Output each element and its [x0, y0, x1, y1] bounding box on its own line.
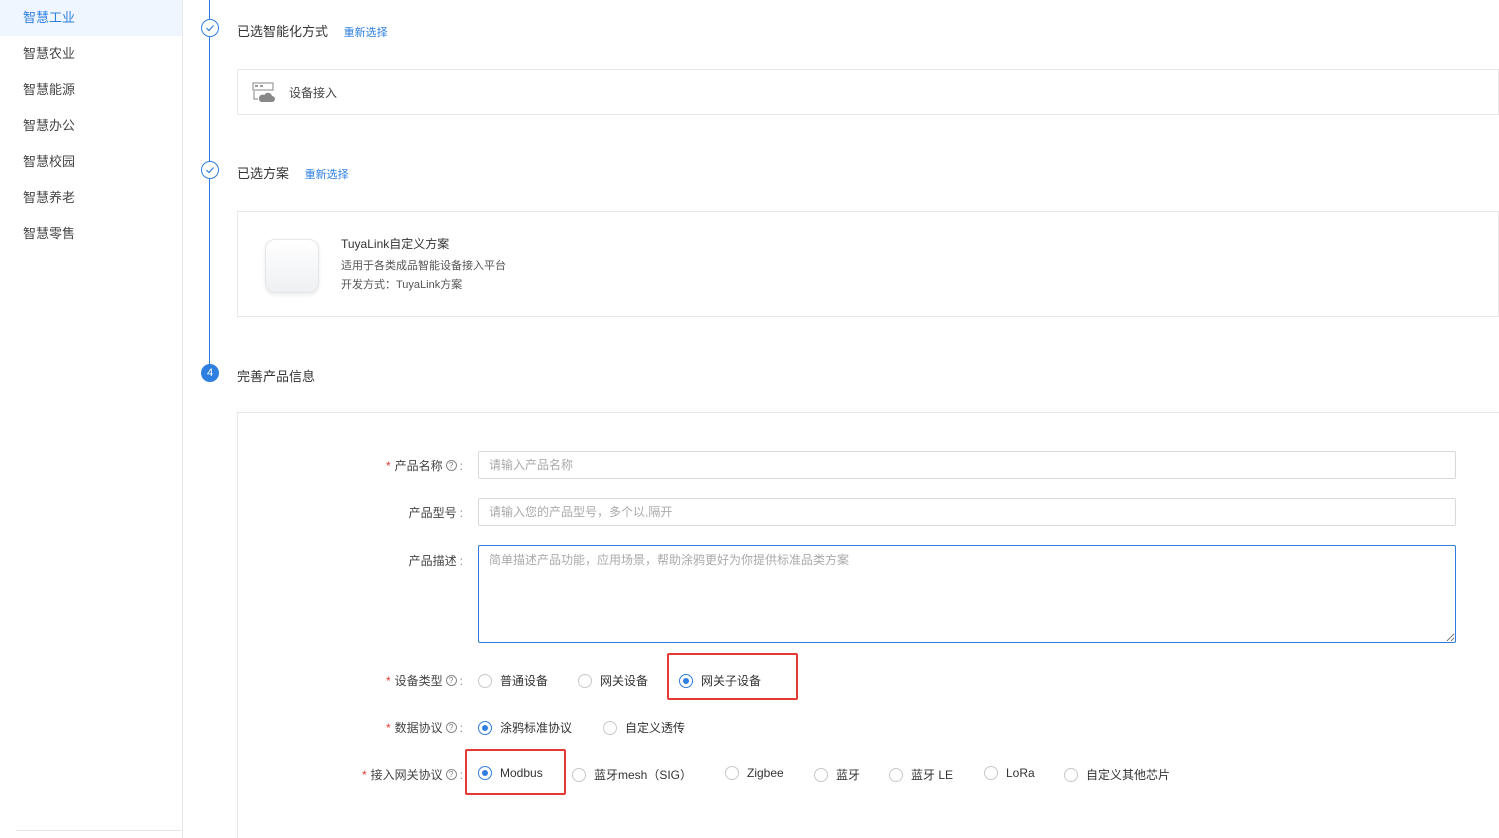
selected-plan-card: TuyaLink自定义方案 适用于各类成品智能设备接入平台 开发方式：TuyaL…: [237, 211, 1499, 317]
gateway-protocol-option-lora[interactable]: LoRa: [984, 766, 1035, 780]
radio-button[interactable]: [814, 767, 828, 782]
data-protocol-option-custom[interactable]: 自定义透传: [603, 719, 685, 736]
step2-title: 已选方案: [237, 166, 290, 181]
radio-button-selected[interactable]: [478, 720, 492, 735]
highlight-box: [465, 749, 566, 795]
radio-button[interactable]: [984, 766, 998, 780]
highlight-box: [667, 653, 798, 700]
gateway-protocol-option-ble-mesh[interactable]: 蓝牙mesh（SIG）: [572, 766, 692, 783]
product-name-input[interactable]: [478, 451, 1456, 479]
step1-title: 已选智能化方式: [237, 24, 329, 39]
step1-header: 已选智能化方式 重新选择: [237, 21, 388, 40]
question-circle-icon[interactable]: ?: [445, 460, 457, 471]
gateway-protocol-option-bluetooth[interactable]: 蓝牙: [814, 766, 860, 783]
step-line: [209, 0, 210, 365]
divider: [16, 830, 182, 831]
device-type-option-normal[interactable]: 普通设备: [478, 672, 548, 689]
main-content: 已选智能化方式 重新选择 设备接入 已选方案 重新选择 TuyaLink自定义方…: [183, 0, 1499, 838]
device-type-label: * 设备类型 ? :: [385, 673, 463, 689]
data-protocol-option-tuya[interactable]: 涂鸦标准协议: [478, 719, 572, 736]
radio-button[interactable]: [578, 673, 592, 688]
sidebar-item-energy[interactable]: 智慧能源: [0, 72, 182, 108]
plan-thumbnail: [265, 239, 319, 293]
required-mark: *: [385, 720, 391, 735]
selected-method-label: 设备接入: [289, 86, 338, 100]
sidebar-item-retail[interactable]: 智慧零售: [0, 216, 182, 252]
required-mark: *: [361, 767, 367, 782]
radio-button[interactable]: [725, 766, 739, 780]
gateway-protocol-option-zigbee[interactable]: Zigbee: [725, 766, 784, 780]
question-circle-icon[interactable]: ?: [445, 675, 457, 686]
step3-title: 完善产品信息: [237, 369, 316, 384]
plan-dev-method: 开发方式：TuyaLink方案: [341, 279, 463, 291]
product-model-label: 产品型号 :: [408, 505, 463, 521]
device-type-option-gateway[interactable]: 网关设备: [578, 672, 648, 689]
radio-button[interactable]: [1064, 767, 1078, 782]
sidebar-item-industry[interactable]: 智慧工业: [0, 0, 182, 36]
product-desc-textarea[interactable]: [478, 545, 1456, 643]
sidebar-item-elderly-care[interactable]: 智慧养老: [0, 180, 182, 216]
step1-reselect-link[interactable]: 重新选择: [344, 27, 388, 39]
question-circle-icon[interactable]: ?: [445, 722, 457, 733]
required-mark: *: [385, 673, 391, 688]
step-done-check-icon: [201, 161, 219, 179]
radio-button[interactable]: [478, 673, 492, 688]
product-name-label: * 产品名称 ? :: [385, 458, 463, 474]
radio-button[interactable]: [889, 767, 903, 782]
cloud-device-icon: [252, 81, 276, 105]
plan-description: 适用于各类成品智能设备接入平台: [341, 260, 506, 272]
data-protocol-label: * 数据协议 ? :: [385, 720, 463, 736]
sidebar-item-agriculture[interactable]: 智慧农业: [0, 36, 182, 72]
sidebar-item-office[interactable]: 智慧办公: [0, 108, 182, 144]
required-mark: *: [385, 458, 391, 473]
sidebar: 智慧工业 智慧农业 智慧能源 智慧办公 智慧校园 智慧养老 智慧零售: [0, 0, 183, 838]
step2-reselect-link[interactable]: 重新选择: [305, 169, 349, 181]
product-desc-label: 产品描述 :: [408, 553, 463, 569]
plan-name: TuyaLink自定义方案: [341, 237, 450, 251]
sidebar-item-campus[interactable]: 智慧校园: [0, 144, 182, 180]
product-info-form: * 产品名称 ? : 产品型号 : 产品描述 : * 设备类型 ? : 普通设备: [237, 412, 1499, 838]
gateway-protocol-option-ble[interactable]: 蓝牙 LE: [889, 766, 953, 783]
gateway-protocol-label: * 接入网关协议 ? :: [361, 767, 463, 783]
radio-button[interactable]: [572, 767, 586, 782]
gateway-protocol-option-custom-chip[interactable]: 自定义其他芯片: [1064, 766, 1170, 783]
selected-method-card: 设备接入: [237, 69, 1499, 115]
product-model-input[interactable]: [478, 498, 1456, 526]
question-circle-icon[interactable]: ?: [445, 769, 457, 780]
step-number-badge: 4: [201, 364, 219, 382]
step2-header: 已选方案 重新选择: [237, 163, 349, 182]
radio-button[interactable]: [603, 720, 617, 735]
step-done-check-icon: [201, 19, 219, 37]
